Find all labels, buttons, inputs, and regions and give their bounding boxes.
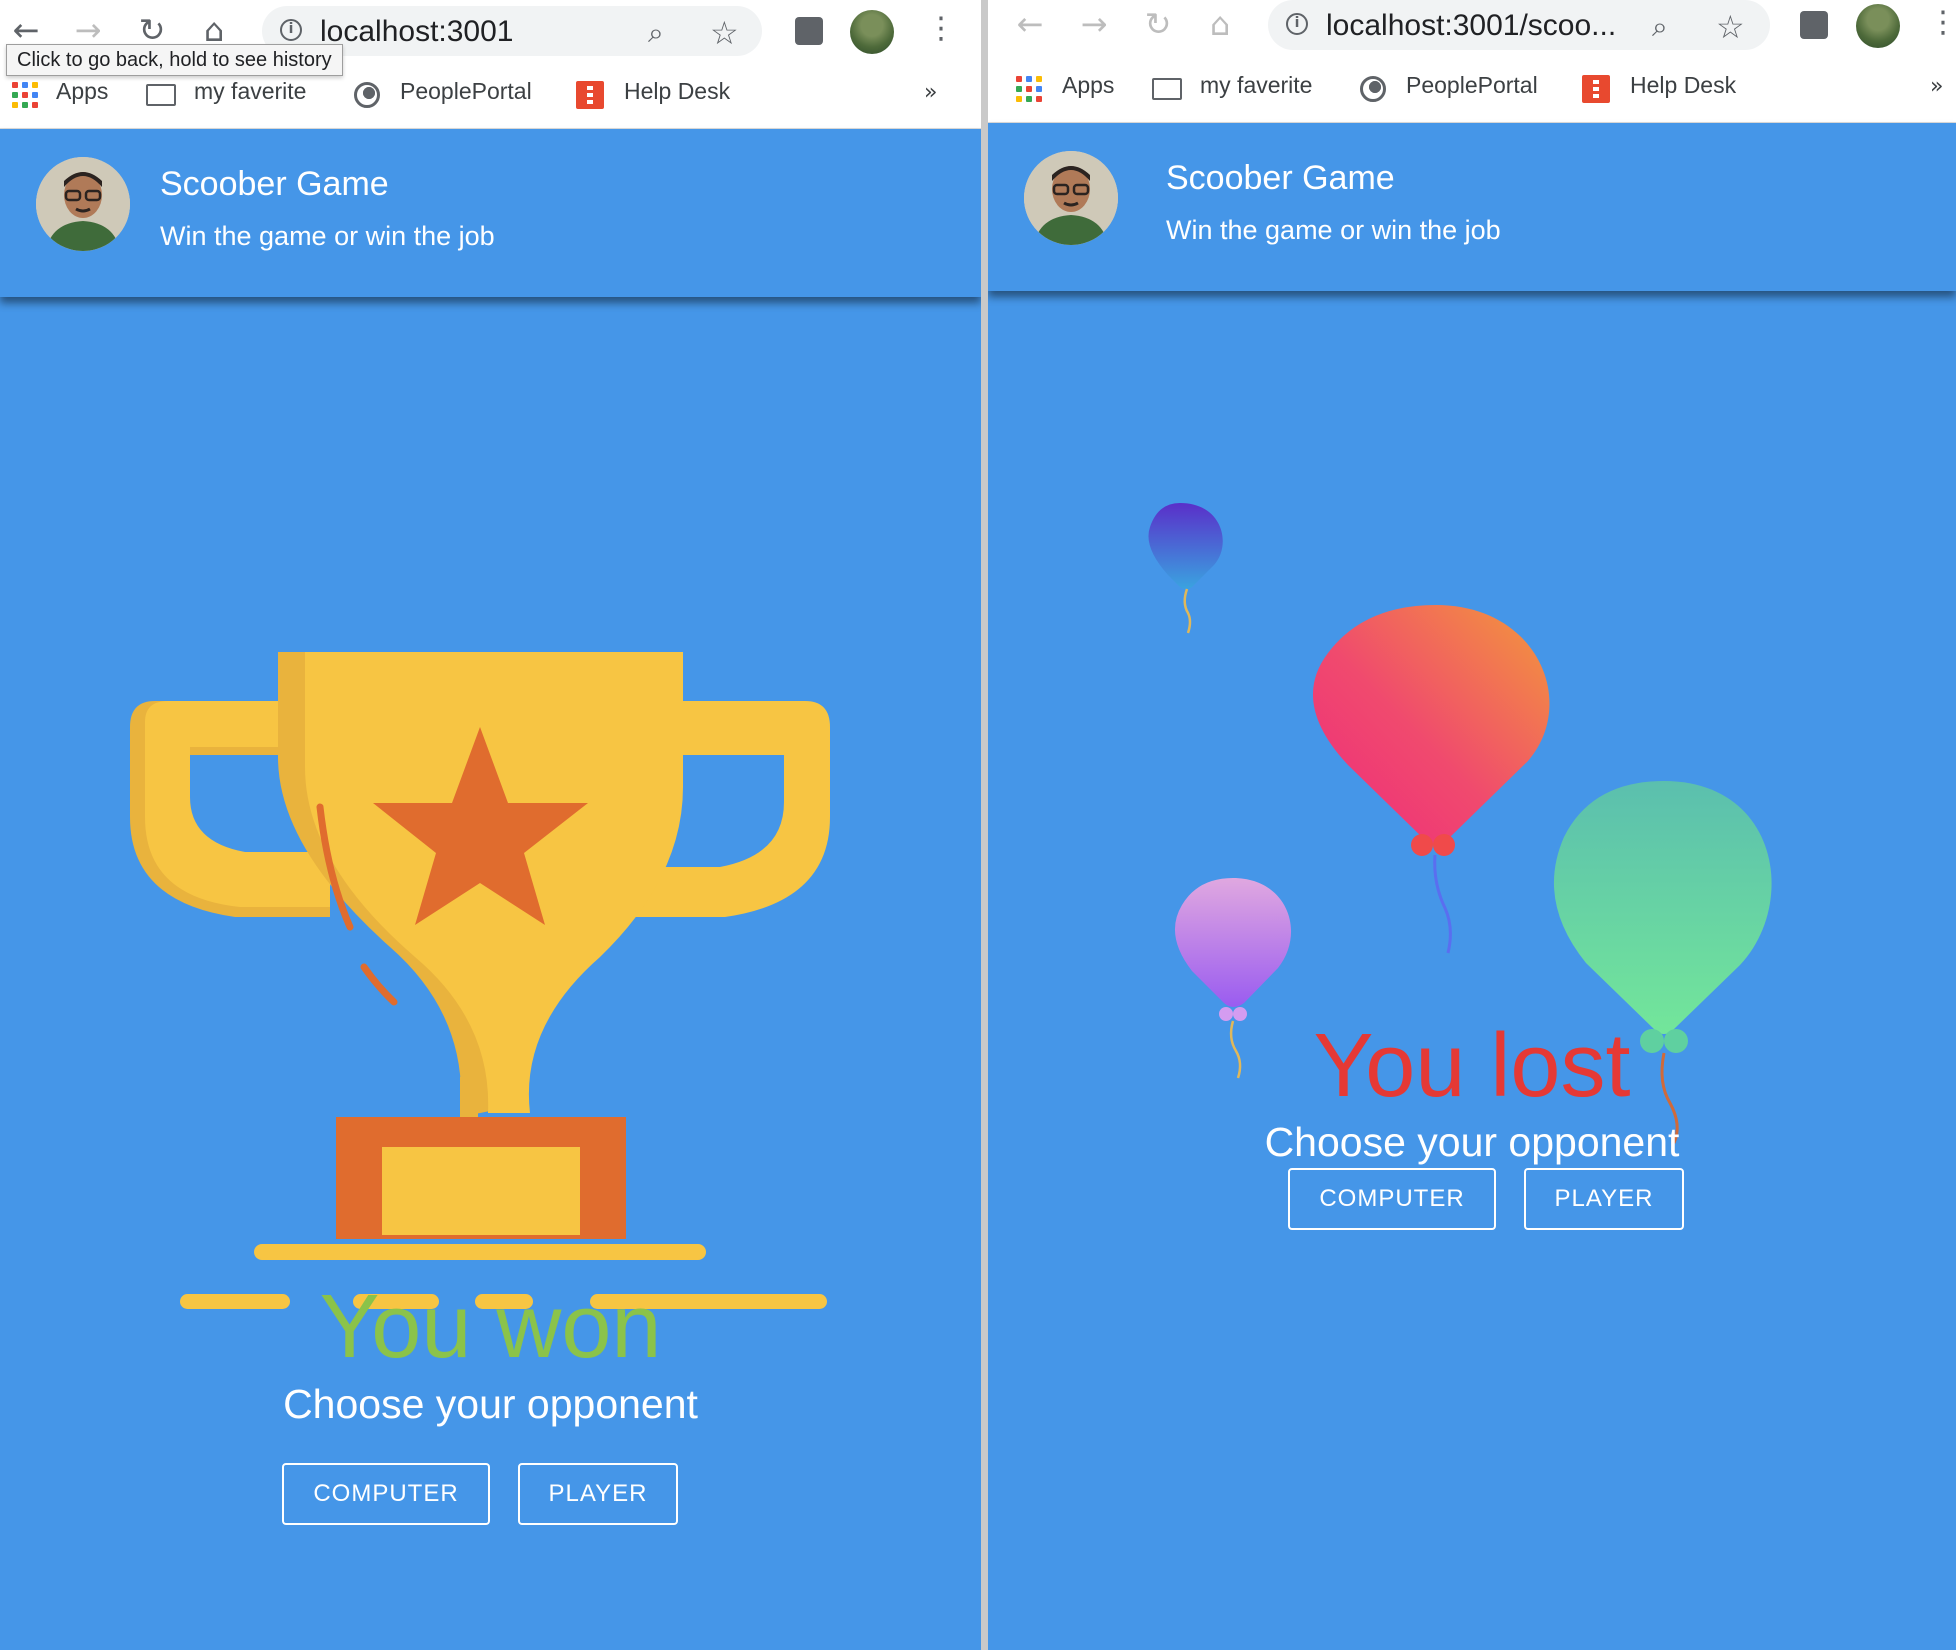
- result-text: You lost: [1313, 1016, 1631, 1116]
- info-icon[interactable]: i: [1286, 13, 1308, 35]
- browser-window-right: ← → ↻ ⌂ i localhost:3001/scoo... ⌕ ☆ ⋮ A…: [988, 0, 1956, 1650]
- bookmark-star-icon[interactable]: ☆: [1716, 8, 1745, 46]
- browser-toolbar: ← → ↻ ⌂ i localhost:3001/scoo... ⌕ ☆ ⋮ A…: [988, 0, 1956, 123]
- player-button[interactable]: PLAYER: [1524, 1168, 1684, 1230]
- bookmark-folder[interactable]: my faverite: [1200, 72, 1312, 99]
- more-bookmarks-icon[interactable]: »: [1930, 74, 1943, 99]
- bookmark-peopleportal[interactable]: PeoplePortal: [1406, 72, 1538, 99]
- helpdesk-icon: [1582, 75, 1610, 103]
- browser-toolbar: ← → ↻ ⌂ i localhost:3001 ⌕ ☆ ⋮ Click to …: [0, 0, 981, 129]
- info-icon[interactable]: i: [280, 19, 302, 41]
- three-dot-menu-icon[interactable]: ⋮: [926, 14, 956, 44]
- apps-grid-icon[interactable]: [12, 82, 38, 108]
- app-header: Scoober Game Win the game or win the job: [988, 123, 1956, 291]
- window-divider: [981, 0, 988, 1650]
- trophy-illustration: [130, 652, 830, 1309]
- avatar: [1024, 151, 1118, 245]
- choose-opponent-text: Choose your opponent: [1264, 1119, 1680, 1165]
- puzzle-extension-icon[interactable]: [795, 17, 823, 45]
- reload-icon[interactable]: ↻: [1136, 2, 1180, 46]
- apps-grid-icon[interactable]: [1016, 76, 1042, 102]
- bookmark-peopleportal[interactable]: PeoplePortal: [400, 78, 532, 105]
- app-title: Scoober Game: [160, 165, 389, 203]
- balloon-pink: [1312, 605, 1550, 954]
- choose-opponent-text: Choose your opponent: [283, 1381, 698, 1427]
- app-content: Scoober Game Win the game or win the job: [0, 129, 981, 1650]
- zoom-icon[interactable]: ⌕: [648, 16, 664, 50]
- zoom-icon[interactable]: ⌕: [1652, 10, 1668, 44]
- three-dot-menu-icon[interactable]: ⋮: [1928, 8, 1956, 38]
- bookmark-helpdesk[interactable]: Help Desk: [624, 78, 730, 105]
- bookmarks-bar: Apps my faverite PeoplePortal Help Desk …: [988, 64, 1956, 114]
- app-subtitle: Win the game or win the job: [160, 221, 495, 251]
- bookmarks-bar: Apps my faverite PeoplePortal Help Desk …: [0, 70, 981, 120]
- more-bookmarks-icon[interactable]: »: [924, 80, 937, 105]
- result-text: You won: [319, 1277, 662, 1377]
- url-text: localhost:3001/scoo...: [1326, 9, 1617, 42]
- browser-window-left: ← → ↻ ⌂ i localhost:3001 ⌕ ☆ ⋮ Click to …: [0, 0, 981, 1650]
- back-arrow-icon[interactable]: ←: [1008, 2, 1052, 46]
- globe-icon: [354, 82, 380, 108]
- app-header: Scoober Game Win the game or win the job: [0, 129, 981, 297]
- avatar: [36, 157, 130, 251]
- back-tooltip: Click to go back, hold to see history: [6, 44, 343, 76]
- address-bar[interactable]: i localhost:3001/scoo... ⌕ ☆: [1268, 0, 1770, 50]
- computer-button[interactable]: COMPUTER: [1288, 1168, 1496, 1230]
- bookmark-helpdesk[interactable]: Help Desk: [1630, 72, 1736, 99]
- bookmark-apps[interactable]: Apps: [56, 78, 108, 105]
- globe-icon: [1360, 76, 1386, 102]
- forward-arrow-icon[interactable]: →: [1072, 2, 1116, 46]
- app-subtitle: Win the game or win the job: [1166, 215, 1501, 245]
- profile-avatar[interactable]: [1856, 4, 1900, 48]
- profile-avatar[interactable]: [850, 10, 894, 54]
- home-icon[interactable]: ⌂: [1198, 2, 1242, 46]
- app-content: Scoober Game Win the game or win the job: [988, 123, 1956, 1650]
- app-title: Scoober Game: [1166, 159, 1395, 197]
- bookmark-apps[interactable]: Apps: [1062, 72, 1114, 99]
- folder-icon: [146, 84, 176, 106]
- computer-button[interactable]: COMPUTER: [282, 1463, 490, 1525]
- player-button[interactable]: PLAYER: [518, 1463, 678, 1525]
- helpdesk-icon: [576, 81, 604, 109]
- bookmark-star-icon[interactable]: ☆: [710, 14, 739, 52]
- url-text: localhost:3001: [320, 15, 514, 48]
- folder-icon: [1152, 78, 1182, 100]
- balloon-small-blue: [1148, 503, 1223, 634]
- bookmark-folder[interactable]: my faverite: [194, 78, 306, 105]
- puzzle-extension-icon[interactable]: [1800, 11, 1828, 39]
